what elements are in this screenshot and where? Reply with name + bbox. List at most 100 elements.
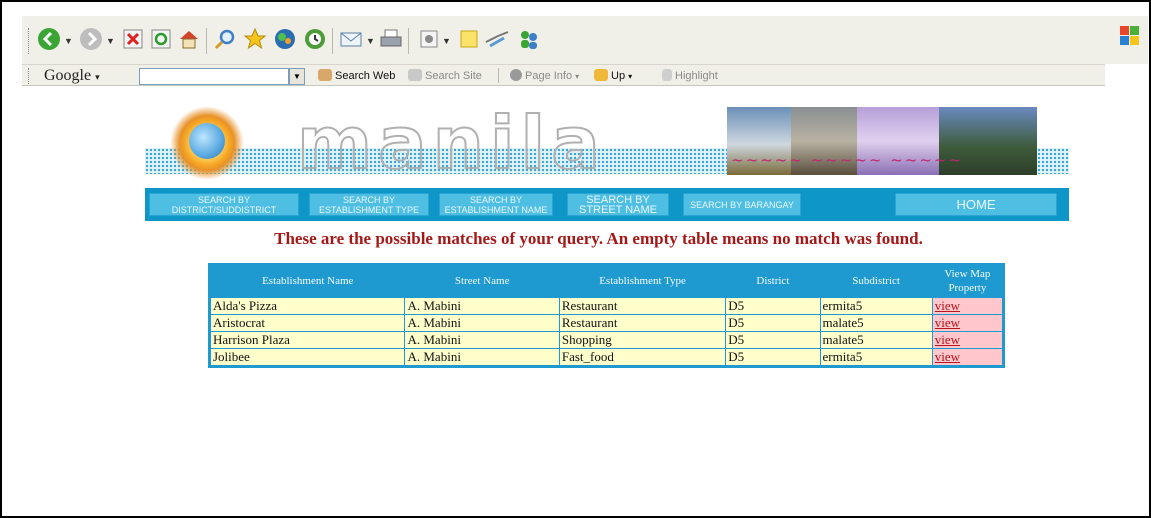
column-header: District [756,275,790,287]
search-by-barangay-button[interactable]: SEARCH BY BARANGAY [683,193,801,216]
establishment-type-cell: Restaurant [558,297,727,315]
page-info-button[interactable]: Page Info ▾ [510,69,579,82]
mail-icon[interactable] [338,26,364,52]
search-icon[interactable] [212,26,238,52]
view-map-link[interactable]: view [935,349,960,364]
view-map-cell: view [931,331,1004,349]
district-cell: D5 [725,348,821,366]
search-site-button[interactable]: Search Site [408,69,482,82]
refresh-icon[interactable] [148,26,174,52]
results-table: Establishment Name Street Name Establish… [208,263,1005,368]
sun-logo [165,101,249,185]
nav-label-line2: ESTABLISHMENT TYPE [318,204,420,215]
edit-icon[interactable] [416,26,442,52]
toolbar-grip[interactable] [28,28,31,54]
search-by-establishment-name-button[interactable]: SEARCH BY ESTABLISHMENT NAME [439,193,553,216]
up-label: Up [611,70,626,82]
up-button[interactable]: Up ▾ [594,69,632,82]
street-name-cell: A. Mabini [404,348,560,366]
view-map-cell: view [931,297,1004,315]
mail-dropdown-icon[interactable]: ▼ [366,36,375,46]
folder-up-icon [594,69,608,81]
info-icon [510,69,522,81]
chevron-down-icon: ▾ [95,72,100,82]
chevron-down-icon: ▾ [575,72,580,81]
media-icon[interactable] [272,26,298,52]
district-cell: D5 [725,314,821,332]
home-label: HOME [956,196,996,212]
highlighter-icon [662,69,672,81]
table-row: Jolibee A. Mabini Fast_food D5 ermita5 v… [209,348,1004,366]
search-web-button[interactable]: Search Web [318,69,395,82]
nav-label-line2: STREET NAME [578,203,658,216]
establishment-name-cell: Aristocrat [209,314,406,332]
search-web-label: Search Web [335,70,396,82]
establishment-type-cell: Shopping [558,331,727,349]
chevron-down-icon: ▾ [628,72,633,81]
view-map-link[interactable]: view [935,298,960,313]
site-banner: manila ~~~~~ ~~~~~ ~~~~~ [145,99,1069,187]
search-nav-bar: SEARCH BY DISTRICT/SUDDISTRICT SEARCH BY… [145,188,1069,221]
nav-label-line1: SEARCH BY [469,194,522,205]
highlight-label: Highlight [675,70,718,82]
google-label: Google [44,67,92,84]
stop-icon[interactable] [120,26,146,52]
nav-label-line1: SEARCH BY BARANGAY [690,199,794,210]
google-toolbar: Google ▾ ▼ Search Web Search Site Page I… [22,64,1105,86]
nav-label-line1: SEARCH BY [586,193,650,206]
view-map-cell: view [931,348,1004,366]
banner-script-decoration: ~~~~~ ~~~~~ ~~~~~ [731,151,964,169]
forward-dropdown-icon[interactable]: ▼ [106,36,115,46]
table-row: Aristocrat A. Mabini Restaurant D5 malat… [209,314,1004,332]
column-header: View Map Property [944,268,991,294]
home-button[interactable]: HOME [895,193,1057,216]
nav-label-line2: ESTABLISHMENT NAME [444,204,548,215]
forward-icon[interactable] [78,26,104,52]
search-by-street-name-button[interactable]: SEARCH BY STREET NAME [567,193,669,216]
back-dropdown-icon[interactable]: ▼ [64,36,73,46]
district-cell: D5 [725,297,821,315]
table-header-row: Establishment Name Street Name Establish… [211,265,1003,298]
history-icon[interactable] [302,26,328,52]
home-icon[interactable] [176,26,202,52]
edit-dropdown-icon[interactable]: ▼ [442,36,451,46]
back-icon[interactable] [36,26,62,52]
street-name-cell: A. Mabini [404,314,560,332]
view-map-link[interactable]: view [935,332,960,347]
search-by-district-button[interactable]: SEARCH BY DISTRICT/SUDDISTRICT [149,193,299,216]
table-row: Harrison Plaza A. Mabini Shopping D5 mal… [209,331,1004,349]
street-name-cell: A. Mabini [404,331,560,349]
discuss-icon[interactable] [456,26,482,52]
establishment-name-cell: Harrison Plaza [209,331,406,349]
view-map-link[interactable]: view [935,315,960,330]
google-menu-button[interactable]: Google ▾ [44,67,100,85]
table-row: Alda's Pizza A. Mabini Restaurant D5 erm… [209,297,1004,315]
column-header: Street Name [454,275,510,287]
establishment-type-cell: Fast_food [558,348,727,366]
toolbar-grip[interactable] [28,68,31,84]
windows-logo-icon [1120,26,1140,46]
research-icon[interactable] [484,26,510,52]
print-icon[interactable] [378,26,404,52]
establishment-name-cell: Jolibee [209,348,406,366]
highlight-button[interactable]: Highlight [662,69,718,82]
binoculars-icon [318,69,332,81]
google-search-dropdown[interactable]: ▼ [289,68,305,85]
view-map-cell: view [931,314,1004,332]
search-by-establishment-type-button[interactable]: SEARCH BY ESTABLISHMENT TYPE [309,193,429,216]
nav-label-line1: SEARCH BY [342,194,395,205]
column-header: Subdistrict [852,275,900,287]
search-site-icon [408,69,422,81]
results-message: These are the possible matches of your q… [274,229,923,248]
page-info-label: Page Info [525,70,573,82]
column-header: Establishment Type [599,275,686,287]
google-search-input[interactable] [139,68,289,85]
column-header: Establishment Name [262,275,354,287]
site-title: manila [296,100,606,186]
favorites-icon[interactable] [242,26,268,52]
browser-toolbar: ▼ ▼ ▼ ▼ [22,16,1148,64]
establishment-name-cell: Alda's Pizza [209,297,406,315]
subdistrict-cell: malate5 [819,331,933,349]
messenger-icon[interactable] [516,26,542,52]
browser-window: ▼ ▼ ▼ ▼ Google ▾ ▼ Search Web Search Sit… [0,0,1151,518]
